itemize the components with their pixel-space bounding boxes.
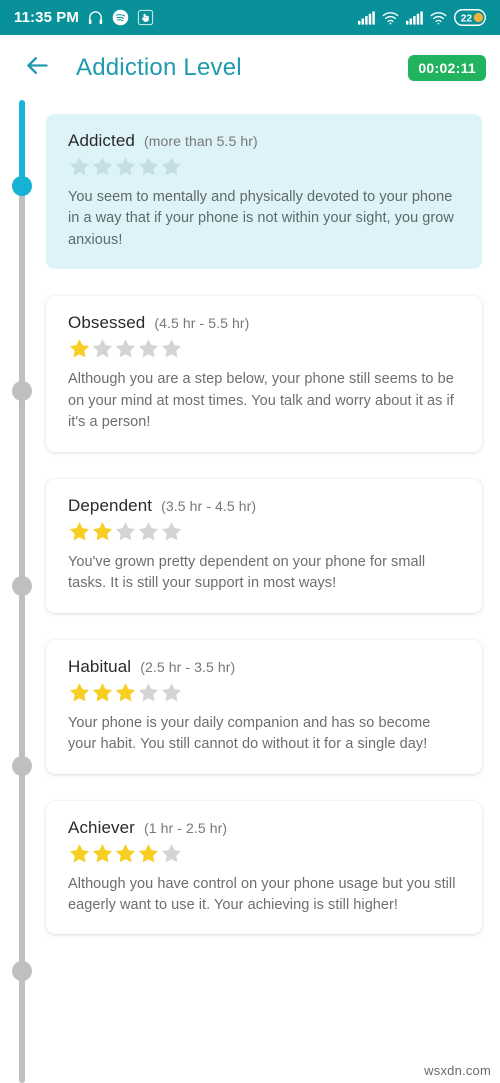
session-timer-badge: 00:02:11: [408, 54, 486, 81]
star-empty-icon: [115, 521, 136, 541]
level-name: Obsessed: [68, 313, 146, 333]
level-range: (1 hr - 2.5 hr): [143, 819, 228, 836]
page-title: Addiction Level: [76, 53, 242, 81]
level-card-achiever[interactable]: Achiever (1 hr - 2.5 hr) Although you ha…: [46, 800, 482, 935]
headphones-icon: [87, 9, 104, 26]
level-card-addicted[interactable]: Addicted (more than 5.5 hr) You seem to …: [46, 114, 482, 270]
star-filled-icon: [69, 339, 90, 358]
timeline-dot-obsessed[interactable]: [12, 381, 32, 401]
star-empty-icon: [115, 157, 136, 176]
star-rating: [68, 842, 462, 865]
level-card-header: Achiever (1 hr - 2.5 hr): [68, 818, 462, 838]
back-arrow-icon: [24, 52, 51, 84]
star-empty-icon: [161, 521, 182, 541]
star-filled-icon: [115, 682, 136, 701]
battery-icon: 22: [454, 9, 486, 26]
timeline-dot-habitual[interactable]: [12, 756, 32, 776]
progress-timeline: [0, 100, 44, 1083]
star-filled-icon: [115, 843, 136, 862]
spotify-icon: [112, 9, 129, 26]
level-range: (2.5 hr - 3.5 hr): [140, 658, 236, 675]
level-name: Dependent: [68, 495, 153, 515]
star-empty-icon: [138, 339, 159, 358]
timeline-dot-addicted[interactable]: [12, 176, 32, 196]
star-empty-icon: [138, 157, 159, 176]
level-description: Although you are a step below, your phon…: [68, 371, 454, 431]
star-filled-icon: [92, 682, 113, 701]
star-filled-icon: [92, 843, 113, 862]
level-card-dependent[interactable]: Dependent (3.5 hr - 4.5 hr) You've grown…: [46, 478, 482, 613]
status-bar-left: 11:35 PM: [14, 9, 358, 26]
signal-bars-icon: [358, 10, 375, 25]
star-rating: [68, 155, 462, 178]
level-card-header: Obsessed (4.5 hr - 5.5 hr): [68, 313, 462, 333]
level-card-header: Dependent (3.5 hr - 4.5 hr): [68, 496, 462, 516]
level-range: (3.5 hr - 4.5 hr): [161, 497, 257, 514]
battery-percent-label: 22: [461, 14, 473, 25]
level-description: Although you have control on your phone …: [68, 875, 456, 913]
star-rating: [68, 520, 462, 543]
star-rating: [68, 681, 462, 704]
wifi-icon: [430, 11, 447, 25]
levels-scroll-area[interactable]: Addicted (more than 5.5 hr) You seem to …: [0, 100, 500, 1083]
level-name: Addicted: [68, 131, 135, 150]
star-empty-icon: [138, 682, 159, 701]
level-description: Your phone is your daily companion and h…: [68, 714, 431, 753]
star-rating: [68, 337, 462, 360]
status-bar: 11:35 PM 22: [0, 0, 500, 35]
timeline-dot-achiever[interactable]: [12, 961, 32, 981]
star-empty-icon: [138, 521, 159, 541]
star-empty-icon: [115, 339, 136, 358]
star-filled-icon: [69, 682, 90, 701]
level-card-obsessed[interactable]: Obsessed (4.5 hr - 5.5 hr) Although you …: [46, 296, 482, 452]
star-filled-icon: [69, 521, 90, 541]
back-button[interactable]: [20, 51, 54, 85]
star-filled-icon: [138, 843, 159, 862]
timeline-dot-dependent[interactable]: [12, 576, 32, 596]
star-empty-icon: [161, 682, 182, 701]
level-name: Habitual: [68, 656, 132, 676]
level-description: You've grown pretty dependent on your ph…: [68, 553, 426, 592]
status-bar-right: 22: [358, 9, 486, 26]
level-description: You seem to mentally and physically devo…: [68, 189, 454, 248]
level-range: (more than 5.5 hr): [143, 133, 258, 149]
app-bar: Addiction Level 00:02:11: [0, 35, 500, 100]
star-empty-icon: [161, 843, 182, 862]
star-empty-icon: [161, 339, 182, 358]
timeline-line-active: [19, 100, 25, 186]
touch-gesture-icon: [137, 9, 154, 26]
level-name: Achiever: [68, 817, 135, 837]
addiction-level-list: Addicted (more than 5.5 hr) You seem to …: [44, 100, 500, 971]
timeline-line-inactive: [19, 186, 25, 1083]
level-card-habitual[interactable]: Habitual (2.5 hr - 3.5 hr) Your phone is…: [46, 639, 482, 774]
level-card-header: Habitual (2.5 hr - 3.5 hr): [68, 657, 462, 677]
level-range: (4.5 hr - 5.5 hr): [154, 315, 250, 332]
status-bar-clock: 11:35 PM: [14, 9, 80, 26]
star-empty-icon: [69, 157, 90, 176]
star-filled-icon: [69, 843, 90, 862]
signal-bars-2-icon: [406, 10, 423, 25]
star-filled-icon: [92, 521, 113, 541]
star-empty-icon: [92, 157, 113, 176]
watermark: wsxdn.com: [421, 1062, 494, 1079]
level-card-header: Addicted (more than 5.5 hr): [68, 131, 462, 151]
star-empty-icon: [161, 157, 182, 176]
wifi-calling-icon: [382, 11, 399, 25]
star-empty-icon: [92, 339, 113, 358]
